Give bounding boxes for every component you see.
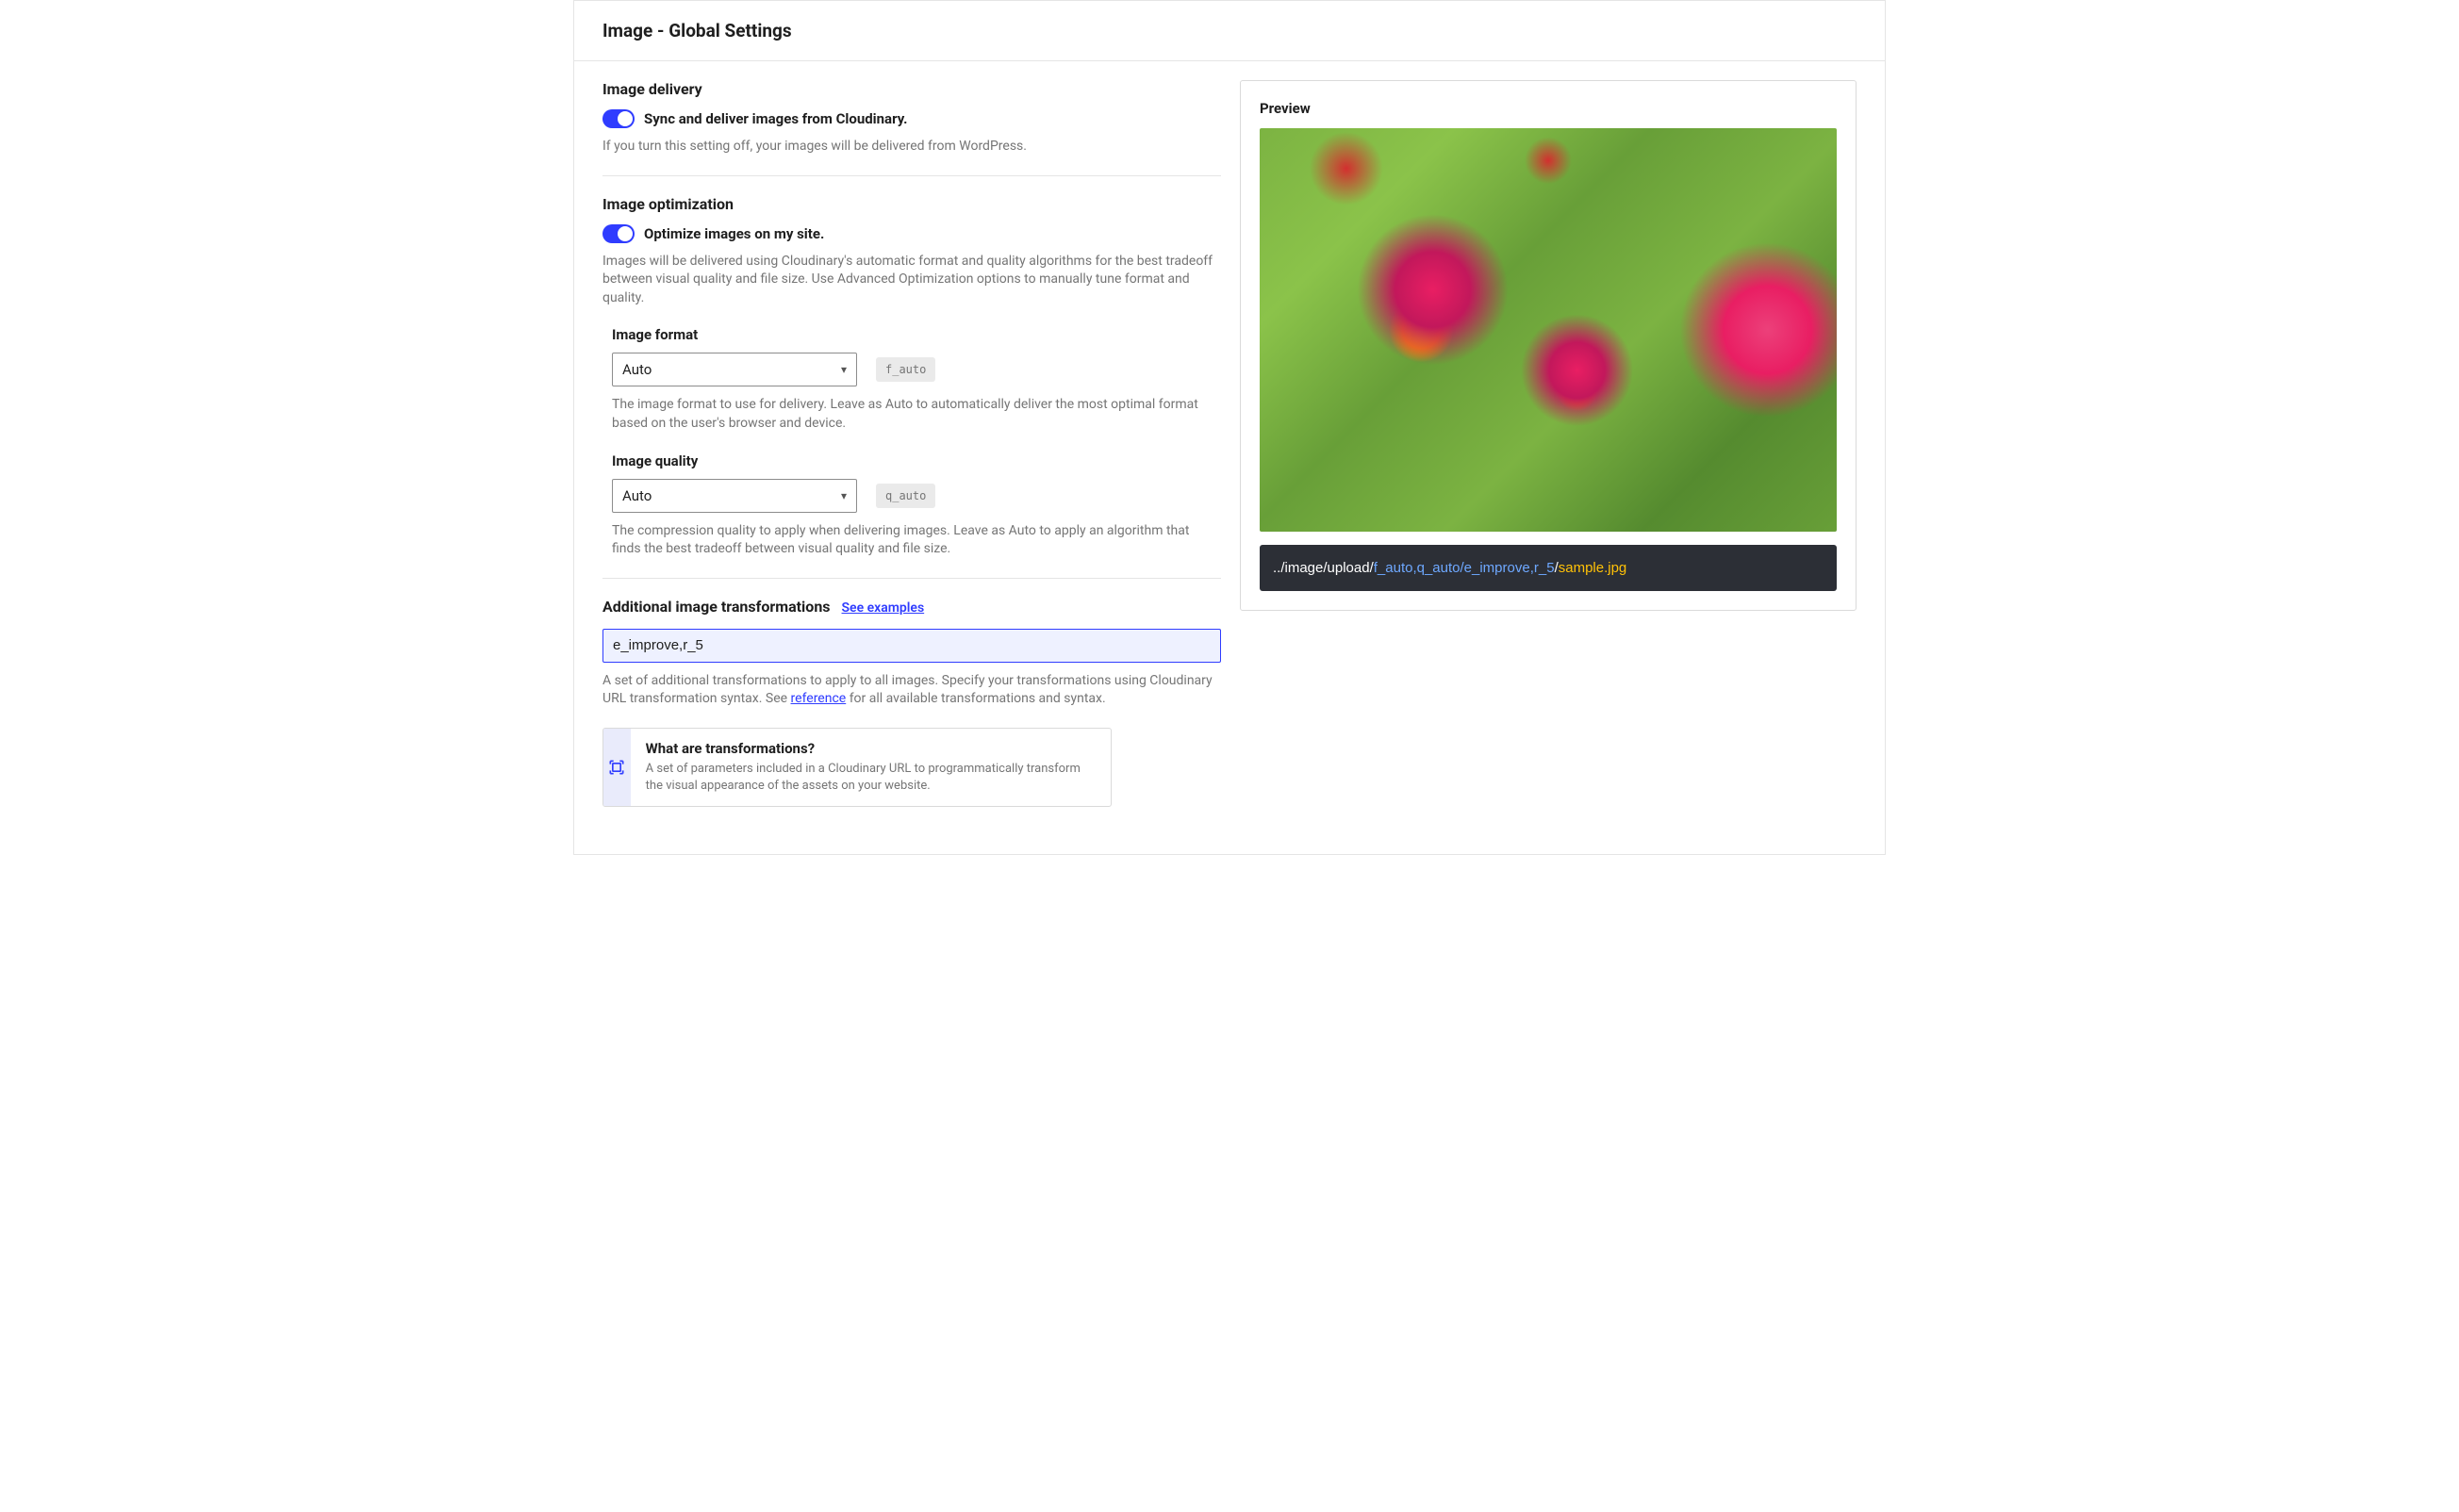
- format-help-text: The image format to use for delivery. Le…: [612, 396, 1221, 433]
- link-reference[interactable]: reference: [791, 691, 847, 706]
- select-image-quality[interactable]: Auto ▾: [612, 479, 857, 513]
- input-transformations[interactable]: [602, 629, 1221, 663]
- heading-transformations: Additional image transformations: [602, 598, 831, 616]
- preview-image: [1260, 128, 1837, 532]
- quality-help-text: The compression quality to apply when de…: [612, 522, 1221, 559]
- toggle-sync-deliver-label: Sync and deliver images from Cloudinary.: [644, 110, 908, 127]
- optimization-help-text: Images will be delivered using Cloudinar…: [602, 253, 1221, 308]
- info-desc: A set of parameters included in a Cloudi…: [646, 761, 1096, 795]
- divider: [602, 175, 1221, 176]
- toggle-sync-deliver[interactable]: [602, 109, 635, 128]
- delivery-help-text: If you turn this setting off, your image…: [602, 138, 1221, 156]
- preview-panel: Preview ../image/upload/f_auto,q_auto/e_…: [1240, 80, 1857, 611]
- badge-q-auto: q_auto: [876, 484, 935, 508]
- page-header: Image - Global Settings: [574, 1, 1885, 61]
- info-title: What are transformations?: [646, 740, 1096, 757]
- select-image-quality-value: Auto: [622, 487, 652, 504]
- page-title: Image - Global Settings: [602, 20, 1857, 41]
- select-image-format[interactable]: Auto ▾: [612, 353, 857, 386]
- field-image-format: Image format Auto ▾ f_auto The image for…: [612, 326, 1221, 433]
- section-additional-transformations: Additional image transformations See exa…: [602, 598, 1221, 808]
- field-image-quality: Image quality Auto ▾ q_auto The compress…: [612, 452, 1221, 559]
- preview-label: Preview: [1260, 100, 1837, 117]
- link-see-examples[interactable]: See examples: [842, 600, 925, 616]
- heading-image-optimization: Image optimization: [602, 195, 1221, 213]
- url-transform: f_auto,q_auto/e_improve,r_5: [1374, 560, 1555, 576]
- chevron-down-icon: ▾: [841, 489, 847, 502]
- url-file: sample.jpg: [1559, 560, 1627, 576]
- section-image-delivery: Image delivery Sync and deliver images f…: [602, 80, 1221, 156]
- divider: [602, 578, 1221, 579]
- heading-image-delivery: Image delivery: [602, 80, 1221, 98]
- chevron-down-icon: ▾: [841, 363, 847, 376]
- preview-url-bar: ../image/upload/f_auto,q_auto/e_improve,…: [1260, 545, 1837, 591]
- select-image-format-value: Auto: [622, 361, 652, 378]
- toggle-optimize-images-label: Optimize images on my site.: [644, 225, 824, 242]
- info-card-transformations: What are transformations? A set of param…: [602, 728, 1112, 807]
- badge-f-auto: f_auto: [876, 357, 935, 382]
- toggle-optimize-images[interactable]: [602, 224, 635, 243]
- url-base: ../image/upload: [1273, 560, 1370, 576]
- section-image-optimization: Image optimization Optimize images on my…: [602, 195, 1221, 559]
- transform-icon: [603, 729, 631, 806]
- label-image-quality: Image quality: [612, 452, 1221, 469]
- transformations-help-text: A set of additional transformations to a…: [602, 672, 1221, 709]
- label-image-format: Image format: [612, 326, 1221, 343]
